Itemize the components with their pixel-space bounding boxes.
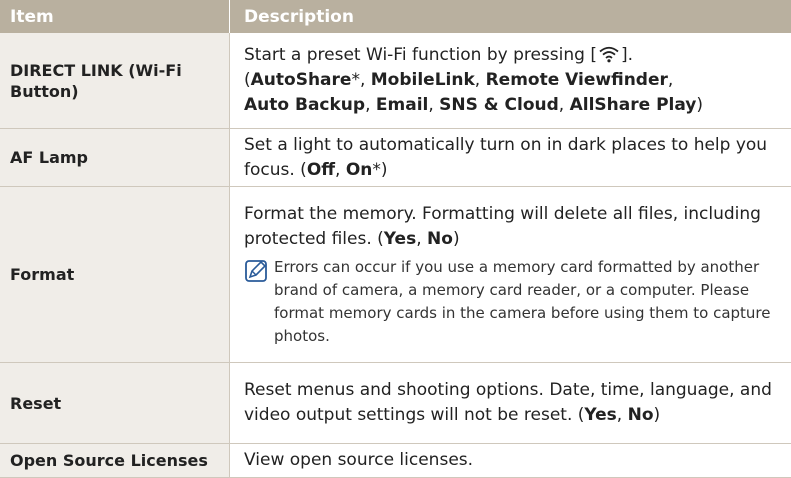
row-item-reset: Reset bbox=[0, 363, 230, 443]
option-no: No bbox=[427, 228, 453, 249]
sep: , bbox=[616, 405, 628, 425]
desc-text: View open source licenses. bbox=[244, 450, 474, 470]
option-allshare-play: AllShare Play bbox=[569, 95, 697, 115]
option-on: On bbox=[345, 159, 373, 180]
sep: , bbox=[474, 70, 486, 90]
row-desc-open-source: View open source licenses. bbox=[230, 444, 791, 477]
sep: , bbox=[416, 228, 428, 249]
option-autoshare: AutoShare bbox=[250, 70, 352, 90]
paren: *) bbox=[372, 159, 388, 180]
option-auto-backup: Auto Backup bbox=[244, 95, 366, 115]
option-yes: Yes bbox=[383, 228, 417, 249]
table-header: Item Description bbox=[0, 0, 791, 33]
sep: , bbox=[667, 70, 674, 90]
paren: ) bbox=[696, 95, 704, 115]
note-text: Errors can occur if you use a memory car… bbox=[274, 257, 771, 345]
sep: , bbox=[335, 159, 346, 180]
row-desc-af-lamp: Set a light to automatically turn on in … bbox=[230, 129, 791, 186]
desc-text: Reset menus and shooting options. Date, … bbox=[244, 380, 772, 425]
option-off: Off bbox=[306, 159, 336, 180]
table-row: Format Format the memory. Formatting wil… bbox=[0, 187, 791, 363]
paren: ( bbox=[244, 70, 251, 90]
option-no: No bbox=[627, 405, 654, 425]
wifi-icon bbox=[599, 46, 619, 63]
settings-table: Item Description DIRECT LINK (Wi-Fi Butt… bbox=[0, 0, 791, 478]
option-sns-cloud: SNS & Cloud bbox=[439, 95, 559, 115]
row-item-af-lamp: AF Lamp bbox=[0, 129, 230, 186]
note: Errors can occur if you use a memory car… bbox=[244, 256, 781, 348]
option-mobilelink: MobileLink bbox=[370, 70, 475, 90]
sep: *, bbox=[351, 70, 371, 90]
option-email: Email bbox=[375, 95, 429, 115]
desc-text: ]. bbox=[620, 45, 634, 65]
desc-text: Start a preset Wi-Fi function by pressin… bbox=[244, 45, 597, 65]
desc-text: Format the memory. Formatting will delet… bbox=[244, 203, 761, 249]
header-item: Item bbox=[0, 0, 230, 33]
paren: ) bbox=[452, 228, 460, 249]
row-item-direct-link: DIRECT LINK (Wi-Fi Button) bbox=[0, 33, 230, 128]
row-desc-format: Format the memory. Formatting will delet… bbox=[230, 187, 791, 362]
sep: , bbox=[365, 95, 376, 115]
table-row: AF Lamp Set a light to automatically tur… bbox=[0, 129, 791, 187]
row-item-format: Format bbox=[0, 187, 230, 362]
option-remote-viewfinder: Remote Viewfinder bbox=[485, 70, 668, 90]
table-row: DIRECT LINK (Wi-Fi Button) Start a prese… bbox=[0, 33, 791, 129]
note-pencil-icon bbox=[244, 256, 274, 348]
table-row: Open Source Licenses View open source li… bbox=[0, 444, 791, 478]
sep: , bbox=[428, 95, 440, 115]
header-description: Description bbox=[244, 6, 354, 27]
row-item-open-source: Open Source Licenses bbox=[0, 444, 230, 477]
row-desc-direct-link: Start a preset Wi-Fi function by pressin… bbox=[230, 33, 791, 128]
row-desc-reset: Reset menus and shooting options. Date, … bbox=[230, 363, 791, 443]
sep: , bbox=[558, 95, 570, 115]
table-row: Reset Reset menus and shooting options. … bbox=[0, 363, 791, 444]
paren: ) bbox=[653, 405, 661, 425]
option-yes: Yes bbox=[584, 405, 617, 425]
